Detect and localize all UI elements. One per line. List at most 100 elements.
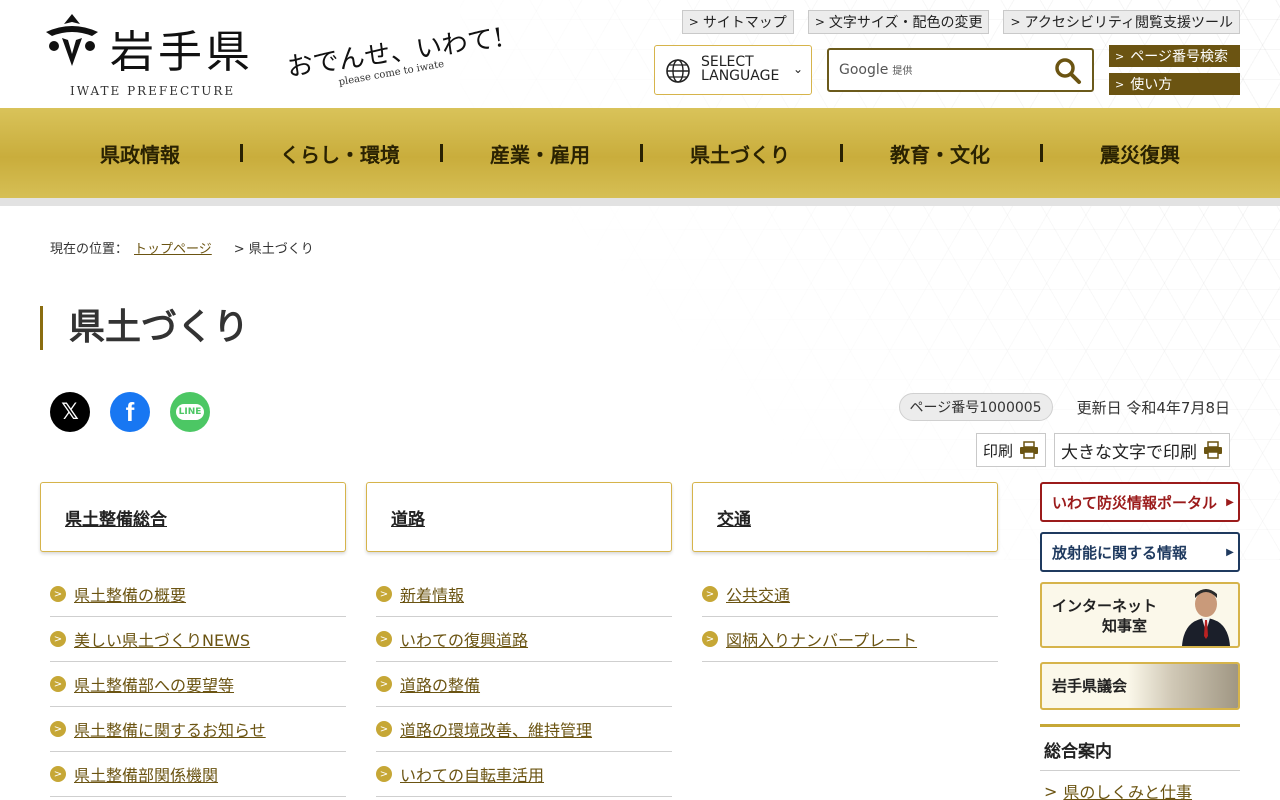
accessibility-tool-link[interactable]: > アクセシビリティ閲覧支援ツール <box>1003 10 1240 34</box>
list-item[interactable]: > 県土整備に関するお知らせ <box>50 707 346 752</box>
facebook-share-icon[interactable]: f <box>110 392 150 432</box>
page-meta: ページ番号1000005 更新日 令和4年7月8日 <box>898 393 1230 421</box>
list-item[interactable]: > 道路の整備 <box>376 662 672 707</box>
category-columns: 県土整備総合 > 県土整備の概要 > 美しい県土づくりNEWS > 県土整備部への要望… <box>40 482 1000 797</box>
search-input[interactable]: Google 提供 <box>839 62 912 78</box>
x-share-icon[interactable]: 𝕏 <box>50 392 90 432</box>
guide-link-label: 県のしくみと仕事 <box>1063 783 1193 800</box>
play-arrow-icon: ▶ <box>1226 546 1234 558</box>
gnav-item-kurashi[interactable]: くらし・環境 <box>240 108 440 198</box>
page-number-search-button[interactable]: > ページ番号検索 <box>1109 45 1240 67</box>
radiation-info-banner[interactable]: 放射能に関する情報 ▶ <box>1040 532 1240 572</box>
list-item[interactable]: > 県土整備部への要望等 <box>50 662 346 707</box>
link-label: 新着情報 <box>400 586 465 605</box>
line-share-label: LINE <box>175 404 205 420</box>
bousai-portal-banner[interactable]: いわて防災情報ポータル ▶ <box>1040 482 1240 522</box>
logo-english: IWATE PREFECTURE <box>70 84 236 98</box>
list-item[interactable]: > いわての復興道路 <box>376 617 672 662</box>
gnav-item-sangyo[interactable]: 産業・雇用 <box>440 108 640 198</box>
page-number-badge: ページ番号1000005 <box>898 393 1053 421</box>
arrow-bullet-icon: > <box>376 586 392 602</box>
link-label: いわての復興道路 <box>400 631 529 650</box>
chevron-right-icon: > <box>688 15 699 29</box>
governor-office-label: インターネット 知事室 <box>1052 596 1157 636</box>
print-large-button[interactable]: 大きな文字で印刷 <box>1054 433 1230 467</box>
nav-divider <box>0 198 1280 206</box>
assembly-photo <box>1128 664 1238 708</box>
category-column: 道路 > 新着情報 > いわての復興道路 > 道路の整備 > 道路の環境改善、維持管理 … <box>366 482 672 797</box>
list-item[interactable]: > 公共交通 <box>702 572 998 617</box>
chevron-right-icon: > <box>1115 49 1125 63</box>
link-label: 公共交通 <box>726 586 791 605</box>
category-column: 交通 > 公共交通 > 図柄入りナンバープレート <box>692 482 998 797</box>
sitemap-link[interactable]: > サイトマップ <box>681 10 794 34</box>
print-button[interactable]: 印刷 <box>975 433 1046 467</box>
prefectural-assembly-banner[interactable]: 岩手県議会 <box>1040 662 1240 710</box>
site-header: 岩手県 IWATE PREFECTURE おでんせ、いわて! please co… <box>0 0 1280 108</box>
right-sidebar: いわて防災情報ポータル ▶ 放射能に関する情報 ▶ インターネット 知事室 岩手… <box>1040 482 1240 800</box>
arrow-bullet-icon: > <box>50 721 66 737</box>
radiation-info-label: 放射能に関する情報 <box>1052 543 1188 562</box>
how-to-use-button[interactable]: > 使い方 <box>1109 73 1240 95</box>
category-column: 県土整備総合 > 県土整備の概要 > 美しい県土づくりNEWS > 県土整備部への要望… <box>40 482 346 797</box>
gnav-item-kensei[interactable]: 県政情報 <box>40 108 240 198</box>
list-item[interactable]: > 美しい県土づくりNEWS <box>50 617 346 662</box>
category-links: > 公共交通 > 図柄入りナンバープレート <box>692 572 998 662</box>
list-item[interactable]: > 県土整備部関係機関 <box>50 752 346 797</box>
link-label: 道路の整備 <box>400 676 481 695</box>
breadcrumb-prefix: 現在の位置： <box>50 242 129 257</box>
governor-portrait <box>1182 589 1230 646</box>
global-nav: 県政情報 くらし・環境 産業・雇用 県土づくり 教育・文化 震災復興 <box>0 108 1280 198</box>
link-label: いわての自転車活用 <box>400 766 545 785</box>
link-label: 県土整備の概要 <box>74 586 187 605</box>
utility-links: > サイトマップ > 文字サイズ・配色の変更 > アクセシビリティ閲覧支援ツール <box>681 10 1240 34</box>
language-selector[interactable]: SELECT LANGUAGE ⌄ <box>654 45 812 95</box>
accessibility-tool-label: アクセシビリティ閲覧支援ツール <box>1024 15 1233 31</box>
category-title-transport[interactable]: 交通 <box>692 482 998 552</box>
slogan: おでんせ、いわて! please come to iwate <box>285 14 526 94</box>
arrow-bullet-icon: > <box>376 676 392 692</box>
arrow-bullet-icon: > <box>376 721 392 737</box>
search-box[interactable]: Google 提供 <box>827 48 1094 92</box>
globe-icon <box>666 59 690 83</box>
print-large-label: 大きな文字で印刷 <box>1061 442 1197 463</box>
arrow-bullet-icon: > <box>50 766 66 782</box>
gnav-item-shinsai[interactable]: 震災復興 <box>1040 108 1240 198</box>
page-title: 県土づくり <box>40 306 249 350</box>
play-arrow-icon: ▶ <box>1226 496 1234 508</box>
printer-icon <box>1020 441 1038 459</box>
site-logo[interactable]: 岩手県 IWATE PREFECTURE <box>40 10 270 102</box>
link-label: 美しい県土づくりNEWS <box>74 631 251 650</box>
line-share-icon[interactable]: LINE <box>170 392 210 432</box>
category-title-road[interactable]: 道路 <box>366 482 672 552</box>
chevron-down-icon: ⌄ <box>792 62 803 76</box>
chevron-right-icon: > <box>1044 781 1058 800</box>
prefecture-emblem-icon <box>46 14 98 66</box>
text-size-color-label: 文字サイズ・配色の変更 <box>828 15 983 31</box>
updated-date: 更新日 令和4年7月8日 <box>1076 398 1230 417</box>
assembly-label: 岩手県議会 <box>1052 677 1128 695</box>
gnav-item-kyoiku[interactable]: 教育・文化 <box>840 108 1040 198</box>
link-label: 県土整備部への要望等 <box>74 676 235 695</box>
list-item[interactable]: > 新着情報 <box>376 572 672 617</box>
printer-icon <box>1204 441 1222 459</box>
list-item[interactable]: > 県土整備の概要 <box>50 572 346 617</box>
search-icon[interactable] <box>1054 57 1082 85</box>
breadcrumb-top-link[interactable]: トップページ <box>134 238 212 257</box>
list-item[interactable]: > いわての自転車活用 <box>376 752 672 797</box>
bousai-portal-label: いわて防災情報ポータル <box>1052 493 1218 512</box>
how-to-use-label: 使い方 <box>1130 77 1173 93</box>
logo-text: 岩手県 <box>110 27 254 78</box>
arrow-bullet-icon: > <box>702 631 718 647</box>
category-title-kendo-seibi[interactable]: 県土整備総合 <box>40 482 346 552</box>
governor-office-banner[interactable]: インターネット 知事室 <box>1040 582 1240 648</box>
text-size-color-link[interactable]: > 文字サイズ・配色の変更 <box>807 10 990 34</box>
guide-link[interactable]: > 県のしくみと仕事 <box>1040 771 1240 800</box>
arrow-bullet-icon: > <box>50 676 66 692</box>
page-number-search-label: ページ番号検索 <box>1130 49 1228 65</box>
list-item[interactable]: > 道路の環境改善、維持管理 <box>376 707 672 752</box>
list-item[interactable]: > 図柄入りナンバープレート <box>702 617 998 662</box>
gnav-item-kendo[interactable]: 県土づくり <box>640 108 840 198</box>
print-label: 印刷 <box>982 441 1013 460</box>
language-label: SELECT LANGUAGE <box>701 55 779 83</box>
